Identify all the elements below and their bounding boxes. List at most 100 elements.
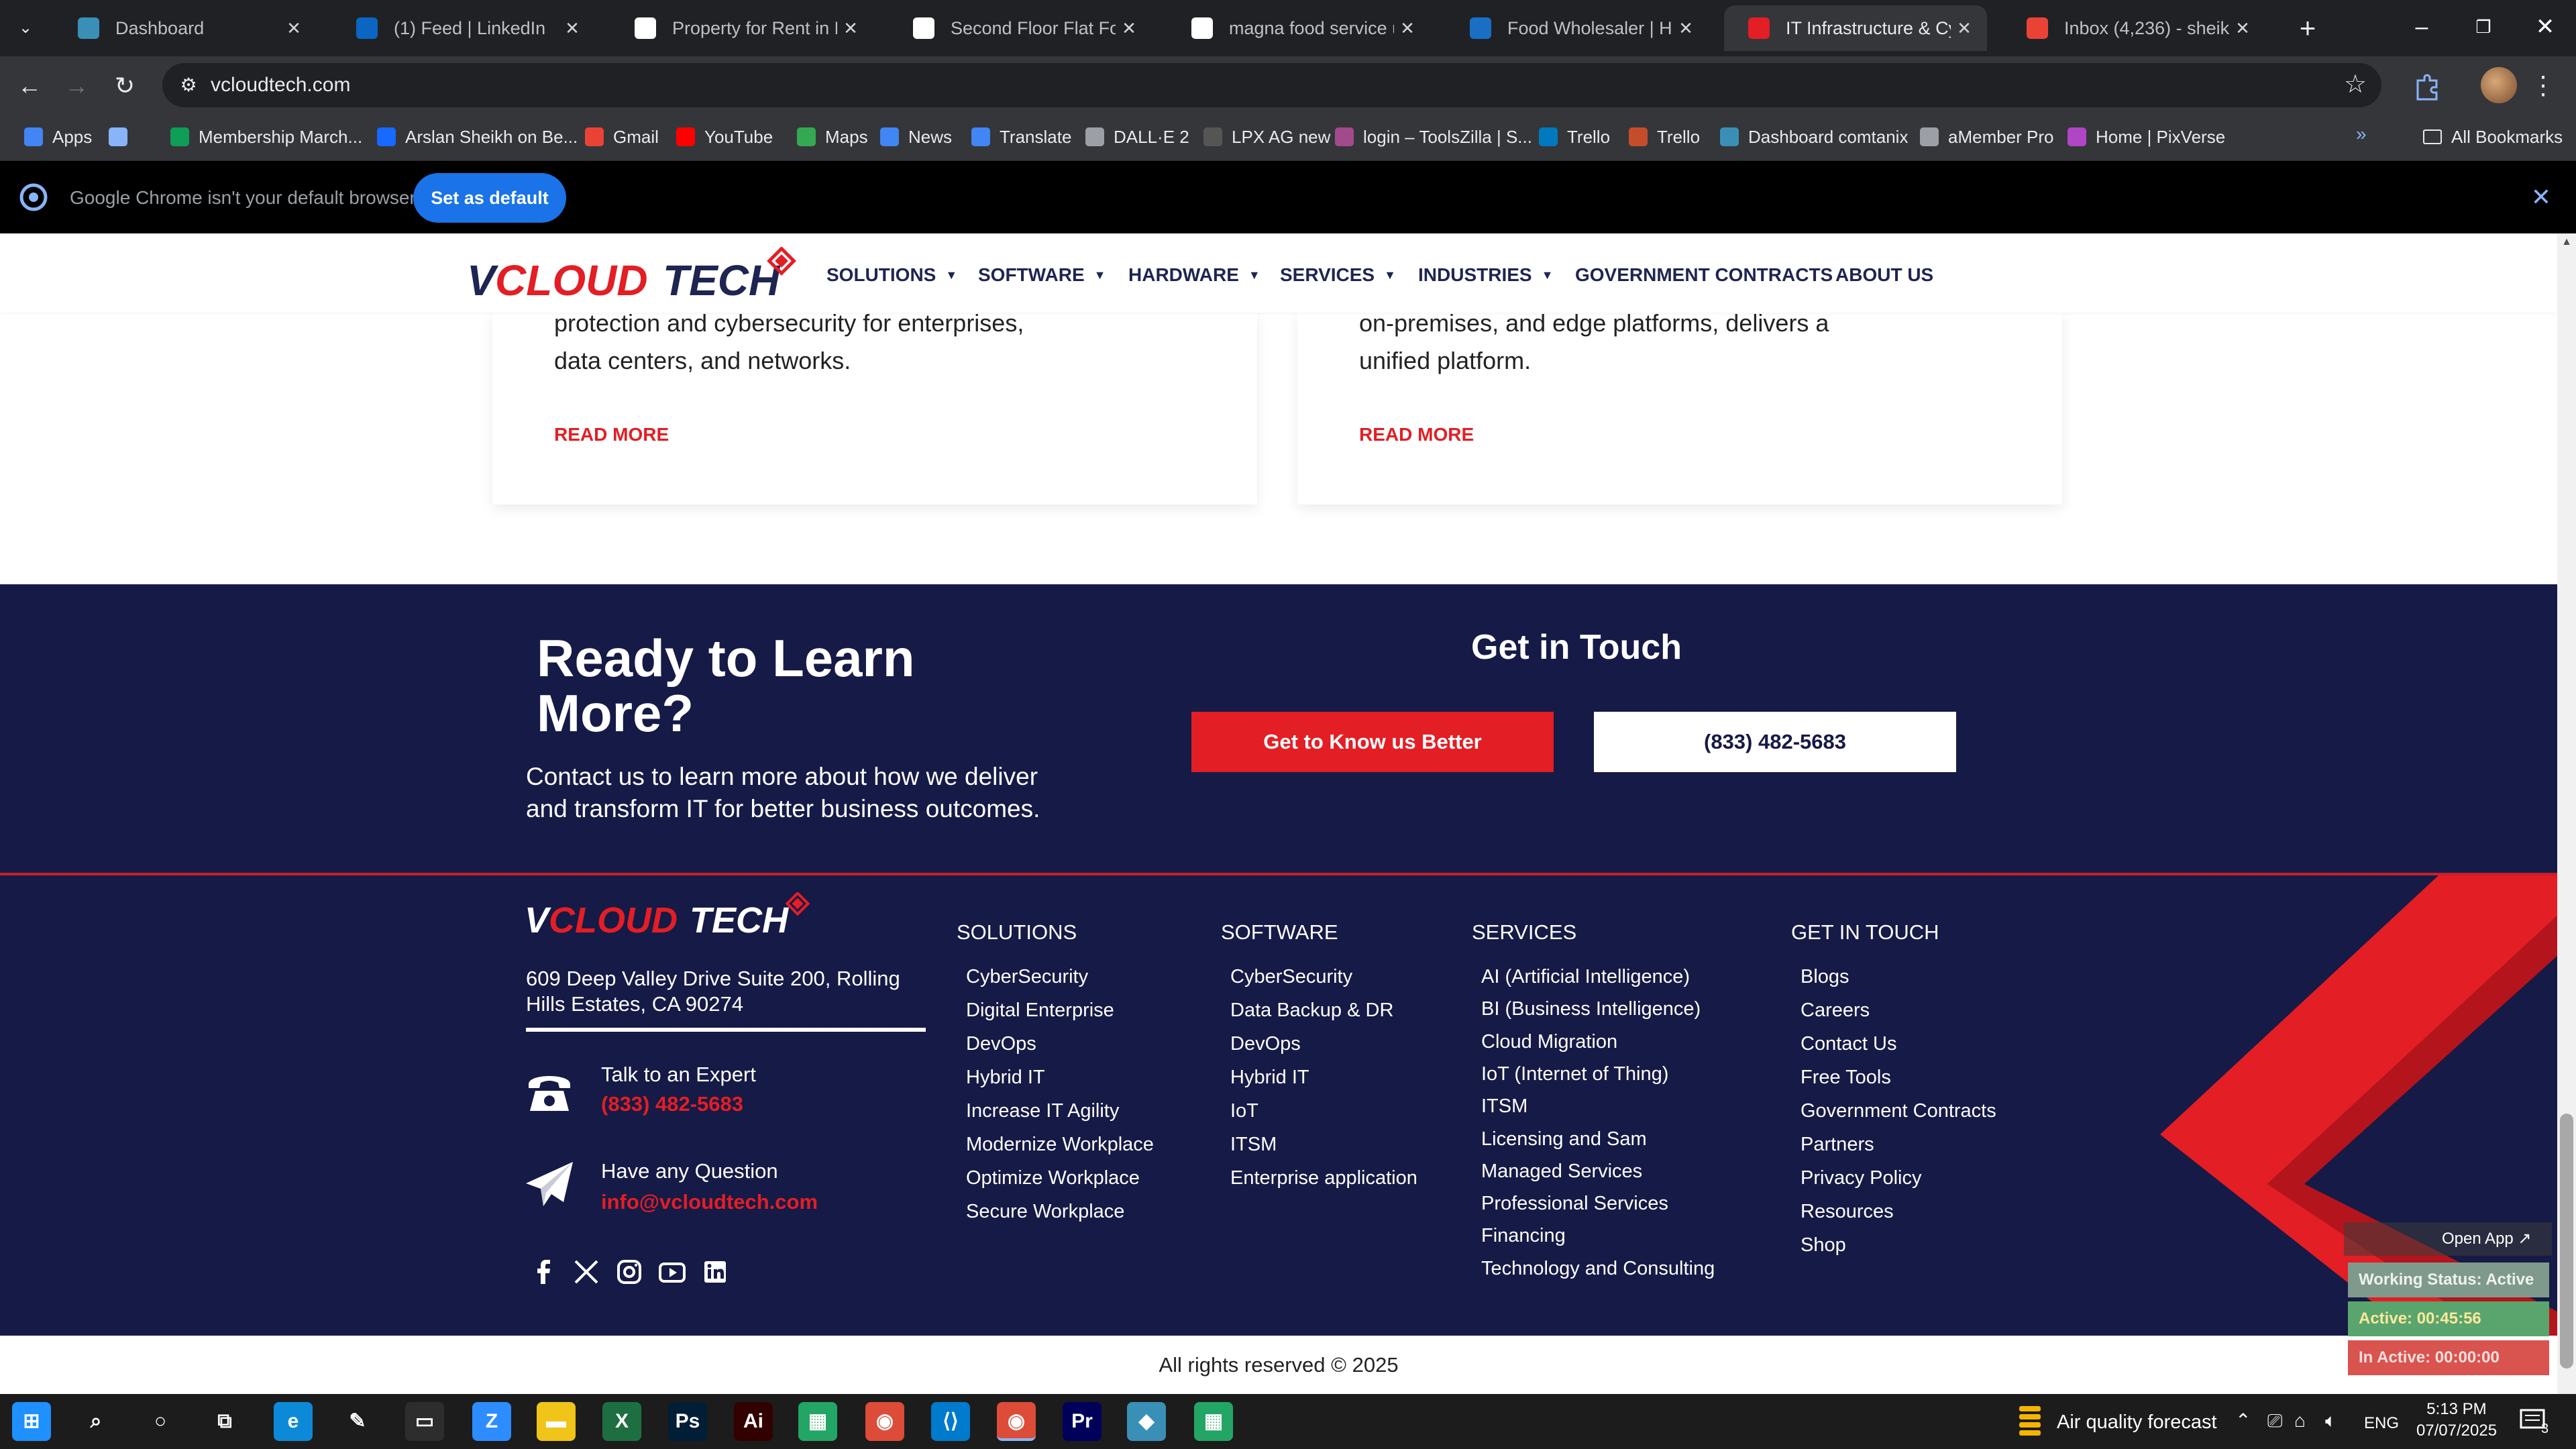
- footer-link[interactable]: Data Backup & DR: [1230, 998, 1393, 1022]
- footer-link[interactable]: Increase IT Agility: [966, 1099, 1119, 1123]
- chrome-active-icon[interactable]: ◉: [997, 1402, 1036, 1441]
- more-bookmarks-icon[interactable]: »: [2356, 123, 2367, 145]
- browser-tab[interactable]: Dashboard ✕: [54, 5, 317, 51]
- browser-tab[interactable]: Second Floor Flat For Ren✕: [889, 5, 1152, 51]
- footer-link[interactable]: Technology and Consulting: [1481, 1256, 1715, 1281]
- reload-button[interactable]: ↻: [109, 70, 141, 102]
- nav-item[interactable]: SERVICES ▼: [1280, 262, 1396, 288]
- footer-link[interactable]: IoT: [1230, 1099, 1258, 1123]
- cortana-icon[interactable]: ○: [141, 1402, 180, 1441]
- nav-item[interactable]: ABOUT US: [1835, 262, 1933, 288]
- linkedin-icon[interactable]: [700, 1257, 730, 1287]
- search-icon[interactable]: ⌕: [76, 1402, 115, 1441]
- footer-link[interactable]: Careers: [1801, 998, 1870, 1022]
- bookmark-star-icon[interactable]: ☆: [2344, 68, 2367, 101]
- tab-close-icon[interactable]: ✕: [837, 18, 864, 39]
- footer-link[interactable]: Optimize Workplace: [966, 1166, 1140, 1190]
- card-2-read-more-link[interactable]: READ MORE: [1359, 423, 1474, 447]
- weather-icon[interactable]: [2017, 1403, 2043, 1438]
- browser-tab[interactable]: Inbox (4,236) - sheikharsl✕: [2002, 5, 2265, 51]
- address-bar[interactable]: [162, 63, 2381, 107]
- clock-time[interactable]: 5:13 PM: [2423, 1399, 2490, 1419]
- tab-close-icon[interactable]: ✕: [2229, 18, 2256, 39]
- footer-link[interactable]: Hybrid IT: [1230, 1065, 1309, 1089]
- tab-close-icon[interactable]: ✕: [1116, 18, 1142, 39]
- bookmark-item[interactable]: Membership March...: [170, 122, 362, 152]
- tab-close-icon[interactable]: ✕: [559, 18, 586, 39]
- footer-link[interactable]: Hybrid IT: [966, 1065, 1045, 1089]
- photoshop-icon[interactable]: Ps: [668, 1402, 707, 1441]
- browser-tab[interactable]: (1) Feed | LinkedIn ✕: [332, 5, 595, 51]
- footer-link[interactable]: Government Contracts: [1801, 1099, 1996, 1123]
- bookmark-item[interactable]: Apps: [24, 122, 92, 152]
- bookmark-item[interactable]: login – ToolsZilla | S...: [1335, 122, 1532, 152]
- chrome-icon[interactable]: ◉: [865, 1402, 904, 1441]
- profile-avatar[interactable]: [2481, 67, 2517, 103]
- facebook-icon[interactable]: [529, 1257, 558, 1287]
- nav-item[interactable]: GOVERNMENT CONTRACTS: [1575, 262, 1833, 288]
- infobar-close-icon[interactable]: ✕: [2525, 181, 2557, 213]
- task-view-icon[interactable]: ⧉: [205, 1402, 244, 1441]
- bookmark-item[interactable]: YouTube: [676, 122, 773, 152]
- network-icon[interactable]: ⌂: [2294, 1409, 2306, 1433]
- footer-link[interactable]: Privacy Policy: [1801, 1166, 1922, 1190]
- footer-link[interactable]: Modernize Workplace: [966, 1132, 1154, 1157]
- chrome-menu-icon[interactable]: ⋮: [2530, 67, 2556, 105]
- bookmark-item[interactable]: Home | PixVerse: [2068, 122, 2225, 152]
- tab-close-icon[interactable]: ✕: [1672, 18, 1699, 39]
- sheets-app-icon[interactable]: ▦: [798, 1402, 837, 1441]
- bookmark-item[interactable]: Translate: [971, 122, 1071, 152]
- vscode-icon[interactable]: ⟨⟩: [931, 1402, 970, 1441]
- back-button[interactable]: ←: [13, 70, 46, 102]
- footer-link[interactable]: Managed Services: [1481, 1159, 1642, 1183]
- all-bookmarks[interactable]: All Bookmarks: [2423, 122, 2563, 152]
- footer-link[interactable]: Secure Workplace: [966, 1199, 1124, 1224]
- tray-device-icon[interactable]: ⎚: [2267, 1409, 2282, 1433]
- footer-link[interactable]: Licensing and Sam: [1481, 1127, 1647, 1151]
- footer-link[interactable]: BI (Business Intelligence): [1481, 997, 1701, 1021]
- footer-link[interactable]: AI (Artificial Intelligence): [1481, 965, 1690, 989]
- url-text[interactable]: vcloudtech.com: [211, 71, 350, 99]
- footer-link[interactable]: DevOps: [1230, 1032, 1301, 1056]
- tray-chevron-icon[interactable]: ⌃: [2235, 1409, 2251, 1433]
- bookmark-item[interactable]: [109, 122, 137, 152]
- site-info-icon[interactable]: ⚙: [173, 70, 204, 101]
- nav-item[interactable]: SOFTWARE ▼: [978, 262, 1106, 288]
- minimize-button[interactable]: –: [2391, 0, 2453, 56]
- footer-link[interactable]: Cloud Migration: [1481, 1030, 1617, 1054]
- scrollbar-thumb[interactable]: [2560, 1114, 2573, 1368]
- footer-link[interactable]: Blogs: [1801, 965, 1849, 989]
- footer-link[interactable]: Contact Us: [1801, 1032, 1896, 1056]
- volume-icon[interactable]: 🔈︎: [2325, 1409, 2337, 1433]
- windows-start-icon[interactable]: ⊞: [12, 1402, 51, 1441]
- footer-logo[interactable]: V CLOUD TECH: [525, 892, 820, 942]
- footer-link[interactable]: DevOps: [966, 1032, 1036, 1056]
- sheets-app2-icon[interactable]: ▦: [1194, 1402, 1233, 1441]
- nav-item[interactable]: SOLUTIONS ▼: [826, 262, 957, 288]
- open-app-link[interactable]: Open App ↗: [2442, 1227, 2532, 1251]
- bookmark-item[interactable]: LPX AG new: [1203, 122, 1330, 152]
- nav-item[interactable]: HARDWARE ▼: [1128, 262, 1260, 288]
- bookmark-item[interactable]: Maps: [797, 122, 868, 152]
- footer-link[interactable]: ITSM: [1230, 1132, 1277, 1157]
- phone-button[interactable]: (833) 482-5683: [1594, 712, 1956, 772]
- illustrator-icon[interactable]: Ai: [734, 1402, 773, 1441]
- bookmark-item[interactable]: Trello: [1539, 122, 1610, 152]
- bookmark-item[interactable]: Gmail: [585, 122, 659, 152]
- bookmark-item[interactable]: DALL·E 2: [1085, 122, 1189, 152]
- browser-tab[interactable]: IT Infrastructure & Cyber✕: [1724, 5, 1987, 51]
- tab-close-icon[interactable]: ✕: [1394, 18, 1421, 39]
- browser-tab[interactable]: magna food service uk - G✕: [1167, 5, 1430, 51]
- terminal-icon[interactable]: ▭: [405, 1402, 444, 1441]
- clock-date[interactable]: 07/07/2025: [2415, 1421, 2498, 1441]
- close-window-button[interactable]: ✕: [2514, 0, 2576, 56]
- app-diamond-icon[interactable]: ◆: [1127, 1402, 1166, 1441]
- footer-phone-link[interactable]: (833) 482-5683: [601, 1091, 743, 1118]
- footer-link[interactable]: Partners: [1801, 1132, 1874, 1157]
- footer-link[interactable]: Professional Services: [1481, 1191, 1668, 1216]
- tab-close-icon[interactable]: ✕: [1951, 18, 1978, 39]
- pen-icon[interactable]: ✎: [338, 1402, 377, 1441]
- tab-close-icon[interactable]: ✕: [280, 18, 307, 39]
- youtube-icon[interactable]: [657, 1257, 687, 1287]
- footer-link[interactable]: CyberSecurity: [1230, 965, 1352, 989]
